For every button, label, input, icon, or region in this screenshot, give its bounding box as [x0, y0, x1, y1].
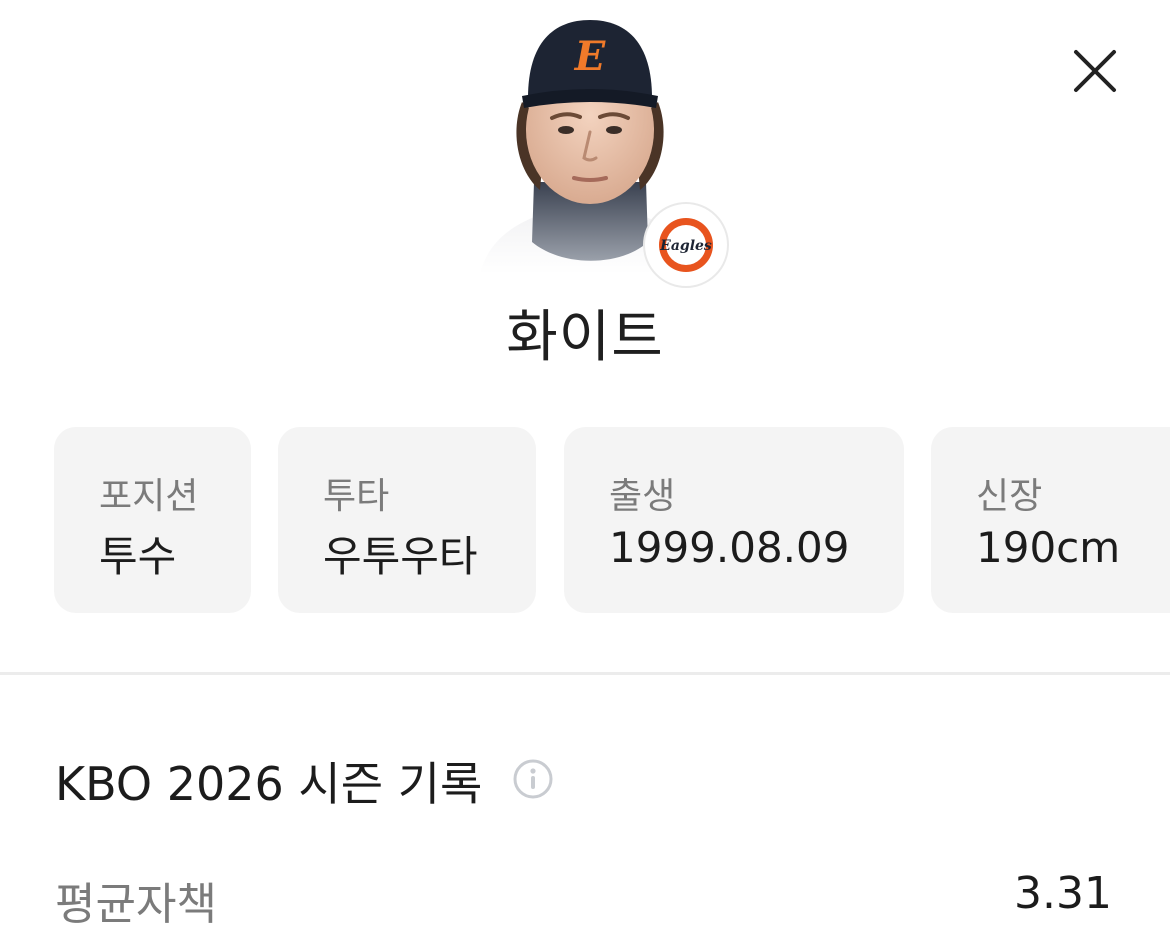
info-card-label: 포지션 [99, 476, 199, 517]
stat-value-era: 3.31 [1014, 868, 1112, 919]
section-divider [0, 672, 1170, 675]
info-card-value: 투수 [99, 532, 177, 581]
close-button[interactable] [1066, 42, 1124, 100]
info-card-value: 1999.08.09 [609, 523, 850, 572]
info-card-bats-throws: 투타 우투우타 [278, 427, 536, 613]
info-card-value: 우투우타 [323, 532, 478, 581]
eagles-logo-icon: Eagles [659, 218, 713, 272]
info-card-height: 신장 190cm [931, 427, 1170, 613]
stat-label-era: 평균자책 [55, 879, 217, 930]
close-icon [1074, 50, 1116, 92]
info-card-label: 출생 [609, 476, 676, 517]
info-card-label: 투타 [323, 476, 390, 517]
season-record-title: KBO 2026 시즌 기록 [55, 757, 483, 811]
svg-text:E: E [574, 33, 606, 80]
team-logo-badge: Eagles [643, 202, 729, 288]
player-detail-sheet: E Eagles 화이트 포지션 투수 투타 우투우타 출생 1999.08.0… [0, 0, 1170, 944]
info-card-label: 신장 [976, 476, 1043, 517]
player-name: 화이트 [506, 305, 664, 370]
team-logo-text: Eagles [659, 238, 712, 254]
info-card-birth: 출생 1999.08.09 [564, 427, 904, 613]
info-card-position: 포지션 투수 [54, 427, 251, 613]
info-button[interactable] [512, 758, 554, 800]
info-icon [513, 759, 553, 799]
info-card-value: 190cm [976, 523, 1121, 572]
